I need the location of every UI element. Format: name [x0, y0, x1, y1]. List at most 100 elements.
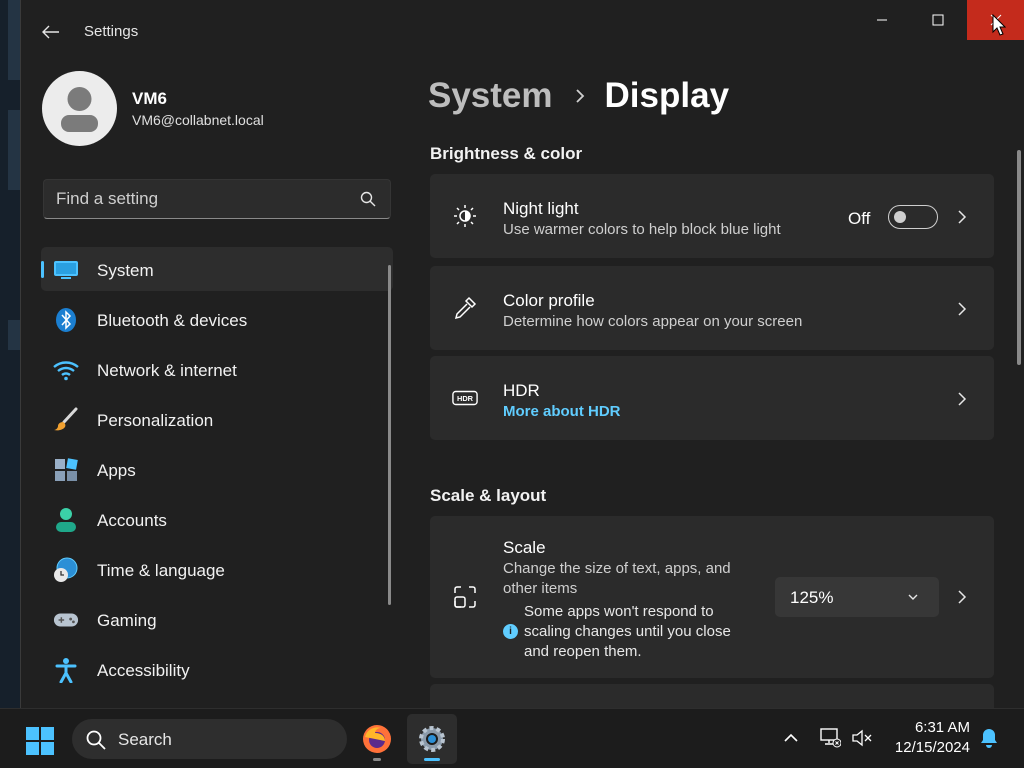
firefox-icon	[363, 725, 391, 753]
ethernet-disconnected-icon	[820, 728, 841, 748]
sidebar-item-label: Network & internet	[97, 361, 237, 380]
desktop-background	[0, 0, 20, 708]
scale-frame-icon	[452, 584, 478, 610]
sidebar-item-label: Bluetooth & devices	[97, 311, 248, 330]
breadcrumb-parent[interactable]: System	[428, 76, 553, 116]
sidebar-item-label: Gaming	[97, 611, 157, 630]
mouse-cursor-icon	[992, 14, 1006, 36]
minimize-icon	[877, 19, 887, 21]
sidebar-item-bluetooth[interactable]: Bluetooth & devices	[41, 297, 393, 341]
user-name: VM6	[132, 89, 167, 108]
network-status-button[interactable]	[818, 726, 842, 750]
sidebar-item-network[interactable]: Network & internet	[41, 347, 393, 391]
info-icon: i	[503, 624, 518, 639]
volume-button[interactable]	[850, 726, 874, 750]
scale-info-text: Some apps won't respond to scaling chang…	[524, 603, 731, 660]
taskbar-search-label: Search	[118, 730, 172, 749]
sidebar-item-time-language[interactable]: Time & language	[41, 547, 393, 591]
taskbar-search[interactable]: Search	[72, 719, 347, 759]
sidebar-item-apps[interactable]: Apps	[41, 447, 393, 491]
apps-icon	[53, 457, 79, 483]
minimize-button[interactable]	[853, 0, 911, 40]
chevron-up-icon	[784, 733, 798, 742]
toggle-knob	[894, 211, 906, 223]
hdr-title: HDR	[503, 381, 540, 400]
page-title: Display	[604, 76, 730, 115]
sidebar-item-accessibility[interactable]: Accessibility	[41, 647, 393, 691]
maximize-button[interactable]	[909, 0, 967, 40]
sidebar-item-label: Accessibility	[97, 661, 190, 680]
search-icon[interactable]	[360, 191, 376, 207]
chevron-right-icon[interactable]	[954, 589, 970, 605]
night-light-subtitle: Use warmer colors to help block blue lig…	[503, 221, 781, 238]
scale-dropdown[interactable]: 125%	[775, 577, 939, 617]
sidebar-item-label: System	[97, 261, 154, 280]
sidebar-item-gaming[interactable]: Gaming	[41, 597, 393, 641]
start-button[interactable]	[21, 722, 59, 760]
brightness-icon	[452, 203, 478, 229]
next-setting-card[interactable]	[430, 684, 994, 708]
show-hidden-icons-button[interactable]	[779, 726, 803, 750]
breadcrumb: System Display	[428, 74, 729, 118]
back-button[interactable]	[35, 18, 67, 46]
taskbar-clock[interactable]: 6:31 AM 12/15/2024	[888, 718, 970, 758]
clock-time: 6:31 AM	[914, 719, 970, 736]
settings-gear-icon	[419, 726, 445, 752]
user-email: VM6@collabnet.local	[132, 112, 264, 128]
taskbar: Search 6:31 AM 12/15/2024	[0, 708, 1024, 768]
night-light-toggle[interactable]	[888, 205, 938, 229]
clock-date: 12/15/2024	[894, 739, 970, 756]
monitor-icon	[53, 257, 79, 283]
color-profile-title: Color profile	[503, 291, 595, 310]
running-indicator	[373, 758, 381, 761]
more-about-hdr-link[interactable]: More about HDR	[503, 403, 621, 420]
sidebar-item-accounts[interactable]: Accounts	[41, 497, 393, 541]
chevron-right-icon	[575, 89, 584, 103]
wifi-icon	[53, 357, 79, 383]
scale-dropdown-value: 125%	[790, 588, 834, 607]
search-icon	[86, 730, 106, 750]
taskbar-app-firefox[interactable]	[352, 714, 402, 764]
section-heading-brightness: Brightness & color	[430, 144, 583, 163]
night-light-toggle-label: Off	[848, 209, 871, 228]
scale-title: Scale	[503, 538, 546, 557]
title-bar: Settings	[21, 0, 1024, 40]
main-scrollbar[interactable]	[1017, 150, 1021, 365]
maximize-icon	[932, 14, 944, 26]
app-title: Settings	[84, 23, 139, 40]
desktop-fragment	[8, 110, 20, 190]
notifications-button[interactable]	[977, 726, 1001, 750]
night-light-title: Night light	[503, 199, 579, 218]
bluetooth-icon	[53, 307, 79, 333]
sidebar-item-personalization[interactable]: Personalization	[41, 397, 393, 441]
eyedropper-icon	[452, 295, 478, 321]
desktop-fragment	[8, 0, 20, 80]
color-profile-subtitle: Determine how colors appear on your scre…	[503, 313, 803, 330]
chevron-right-icon	[958, 302, 967, 316]
person-placeholder-icon	[61, 87, 98, 132]
chevron-right-icon	[958, 392, 967, 406]
windows-logo-icon	[26, 727, 54, 755]
hdr-card[interactable]: HDR HDR More about HDR	[430, 356, 994, 440]
avatar[interactable]	[42, 71, 117, 146]
find-setting-search	[43, 179, 391, 219]
person-icon	[53, 507, 79, 533]
desktop-fragment	[8, 320, 20, 350]
chevron-right-icon	[958, 210, 967, 224]
brush-icon	[53, 407, 79, 433]
sidebar-item-label: Apps	[97, 461, 136, 480]
search-input[interactable]	[44, 180, 354, 218]
accessibility-icon	[53, 657, 79, 683]
night-light-card[interactable]: Night light Use warmer colors to help bl…	[430, 174, 994, 258]
settings-window: Settings VM6 VM6@collabnet.local System	[20, 0, 1024, 708]
hdr-icon: HDR	[452, 385, 478, 411]
sidebar-item-system[interactable]: System	[41, 247, 393, 291]
taskbar-app-settings[interactable]	[407, 714, 457, 764]
scale-card: Scale Change the size of text, apps, and…	[430, 516, 994, 678]
color-profile-card[interactable]: Color profile Determine how colors appea…	[430, 266, 994, 350]
active-indicator	[424, 758, 440, 761]
sidebar-scrollbar[interactable]	[388, 265, 391, 605]
sidebar-item-label: Time & language	[97, 561, 225, 580]
bell-icon	[981, 729, 997, 748]
sidebar-item-label: Accounts	[97, 511, 167, 530]
